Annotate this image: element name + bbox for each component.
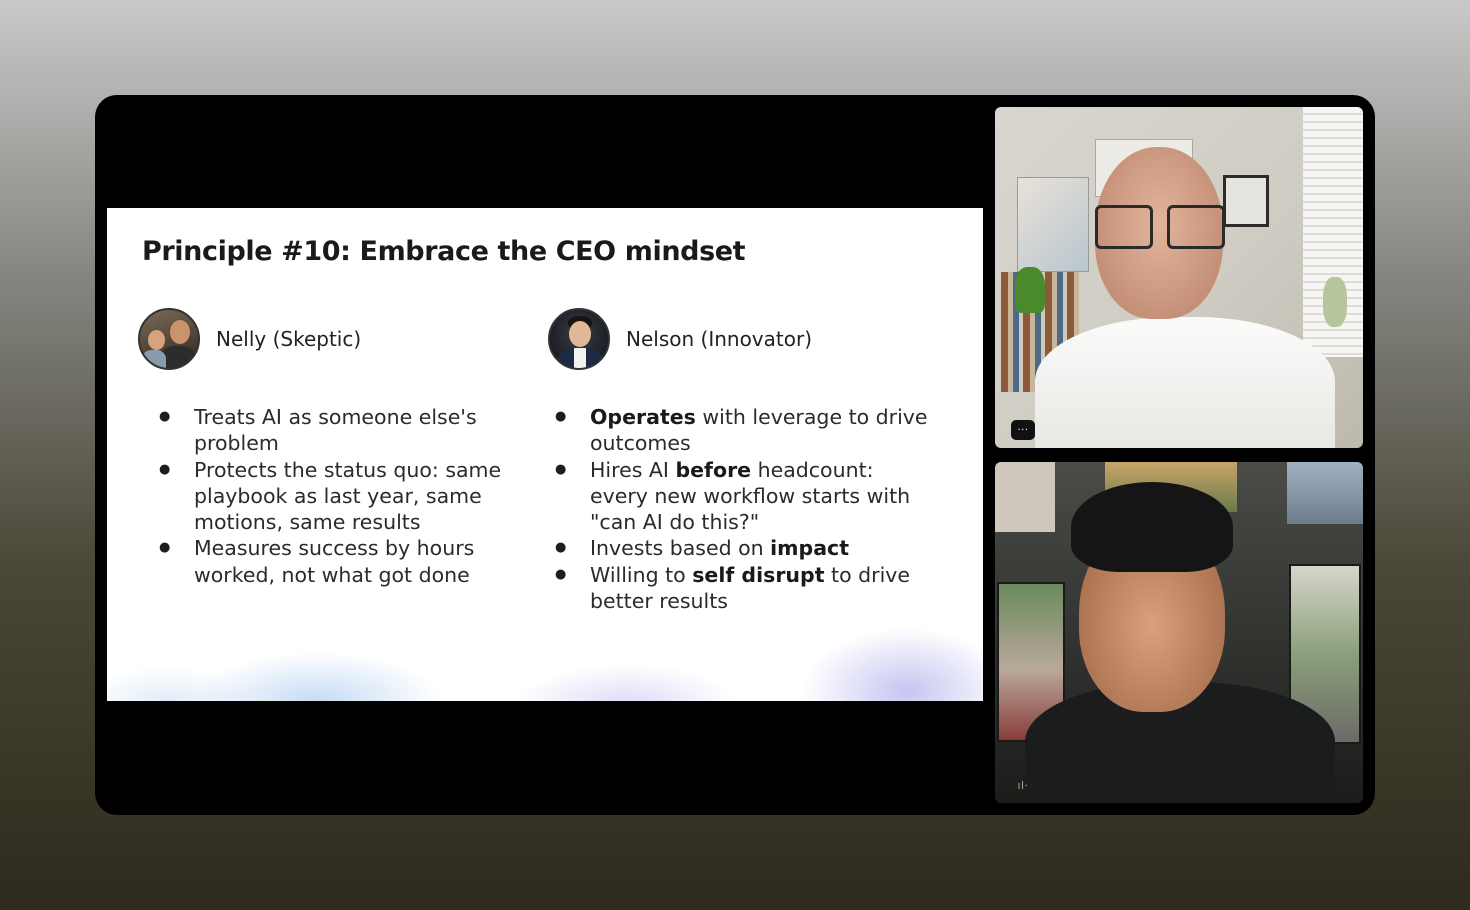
participant-video-tile[interactable]: ··· xyxy=(995,107,1363,448)
persona-nelson: Nelson (Innovator) xyxy=(548,308,812,370)
persona-nelly: Nelly (Skeptic) xyxy=(138,308,361,370)
plush-toy xyxy=(1015,267,1045,313)
slide-title: Principle #10: Embrace the CEO mindset xyxy=(142,236,746,267)
wall-photo xyxy=(1017,177,1089,272)
nelson-bullet-list: Operates with leverage to drive outcomes… xyxy=(555,404,935,614)
plant xyxy=(1323,277,1347,327)
avatar xyxy=(548,308,610,370)
bullet-item: Protects the status quo: same playbook a… xyxy=(159,457,519,536)
bullet-item: Treats AI as someone else's problem xyxy=(159,404,519,457)
hair xyxy=(1071,482,1233,572)
persona-name: Nelly (Skeptic) xyxy=(216,327,362,351)
glasses xyxy=(1167,205,1225,249)
wall-photo xyxy=(1287,462,1363,524)
audio-level-icon: ıl· xyxy=(1017,778,1029,792)
bullet-item: Invests based on impact xyxy=(555,535,935,562)
bullet-item: Hires AI before headcount: every new wor… xyxy=(555,457,935,536)
wall-photo xyxy=(1223,175,1269,227)
more-options-icon[interactable]: ··· xyxy=(1011,420,1035,440)
glasses xyxy=(1095,205,1153,249)
meeting-window: Principle #10: Embrace the CEO mindset N… xyxy=(95,95,1375,815)
bullet-item: Operates with leverage to drive outcomes xyxy=(555,404,935,457)
person-shirt xyxy=(1035,317,1335,448)
avatar xyxy=(138,308,200,370)
wall-photo xyxy=(995,462,1055,532)
persona-name: Nelson (Innovator) xyxy=(626,327,812,351)
shared-slide: Principle #10: Embrace the CEO mindset N… xyxy=(107,208,983,701)
nelly-bullet-list: Treats AI as someone else's problemProte… xyxy=(159,404,519,588)
bullet-item: Willing to self disrupt to drive better … xyxy=(555,562,935,615)
bullet-item: Measures success by hours worked, not wh… xyxy=(159,535,519,588)
participant-video-tile[interactable]: ıl· xyxy=(995,462,1363,803)
